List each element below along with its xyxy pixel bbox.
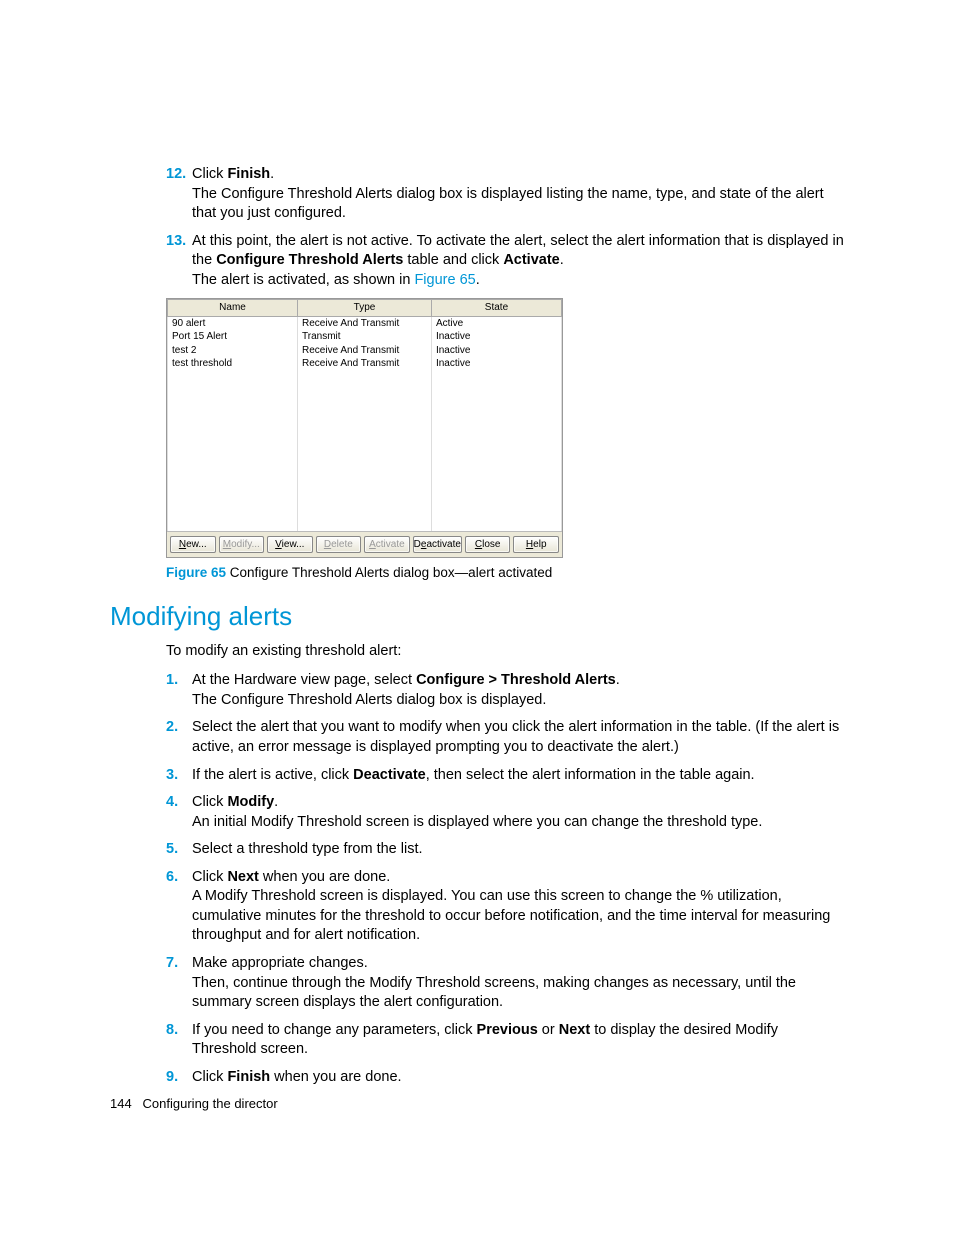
table-cell: Port 15 Alert	[168, 330, 298, 344]
table-cell: Inactive	[431, 344, 561, 358]
step-number: 13.	[166, 232, 186, 252]
steps-top-list: 12. Click Finish.The Configure Threshold …	[166, 165, 844, 290]
step-number: 2.	[166, 718, 178, 738]
step-item: 1. At the Hardware view page, select Conf…	[166, 671, 844, 710]
step-number: 9.	[166, 1068, 178, 1088]
figure-caption-text: Configure Threshold Alerts dialog box—al…	[230, 565, 552, 580]
new-button[interactable]: New...	[170, 536, 216, 554]
section-heading-modifying-alerts: Modifying alerts	[110, 599, 844, 634]
modify-button: Modify...	[219, 536, 265, 554]
step-number: 7.	[166, 954, 178, 974]
step-number: 8.	[166, 1021, 178, 1041]
step-item: 2. Select the alert that you want to modi…	[166, 718, 844, 757]
activatebutton: Activate	[364, 536, 410, 554]
page-number: 144	[110, 1096, 132, 1111]
step-text: Click Modify.An initial Modify Threshold…	[192, 793, 844, 832]
table-cell: Receive And Transmit	[298, 344, 432, 358]
deletebutton: Delete	[316, 536, 362, 554]
step-number: 1.	[166, 671, 178, 691]
table-header: Type	[298, 300, 432, 317]
intro-text: To modify an existing threshold alert:	[166, 642, 844, 662]
step-item: 5. Select a threshold type from the list.	[166, 840, 844, 860]
step-text: Click Finish.The Configure Threshold Ale…	[192, 165, 844, 224]
step-text: Select the alert that you want to modify…	[192, 718, 844, 757]
helpbutton[interactable]: Help	[513, 536, 559, 554]
view-button[interactable]: View...	[267, 536, 313, 554]
table-cell: Inactive	[431, 330, 561, 344]
chapter-name: Configuring the director	[143, 1096, 278, 1111]
page-footer: 144 Configuring the director	[110, 1095, 278, 1113]
table-header: State	[431, 300, 561, 317]
step-text: Make appropriate changes.Then, continue …	[192, 954, 844, 1013]
table-cell: Inactive	[431, 357, 561, 371]
table-cell: test threshold	[168, 357, 298, 371]
table-row[interactable]: Port 15 AlertTransmitInactive	[168, 330, 562, 344]
step-item: 9. Click Finish when you are done.	[166, 1068, 844, 1088]
step-number: 12.	[166, 165, 186, 185]
step-item: 7. Make appropriate changes.Then, continu…	[166, 954, 844, 1013]
step-text: Click Finish when you are done.	[192, 1068, 844, 1088]
figure-caption: Figure 65 Configure Threshold Alerts dia…	[166, 564, 844, 582]
step-number: 5.	[166, 840, 178, 860]
step-text: If you need to change any parameters, cl…	[192, 1021, 844, 1060]
step-text: Select a threshold type from the list.	[192, 840, 844, 860]
table-cell: Receive And Transmit	[298, 357, 432, 371]
step-item: 3. If the alert is active, click Deactiva…	[166, 766, 844, 786]
table-row[interactable]: 90 alertReceive And TransmitActive	[168, 316, 562, 330]
table-cell: Active	[431, 316, 561, 330]
dialog-button-bar: New...Modify...View...DeleteActivateDeac…	[167, 531, 562, 558]
deactivatebutton[interactable]: Deactivate	[413, 536, 462, 554]
table-cell: test 2	[168, 344, 298, 358]
alerts-table: NameTypeState 90 alertReceive And Transm…	[167, 299, 562, 531]
step-number: 6.	[166, 868, 178, 888]
step-text: If the alert is active, click Deactivate…	[192, 766, 844, 786]
table-header: Name	[168, 300, 298, 317]
closebutton[interactable]: Close	[465, 536, 511, 554]
step-number: 3.	[166, 766, 178, 786]
step-item: 12. Click Finish.The Configure Threshold …	[166, 165, 844, 224]
step-item: 8. If you need to change any parameters, …	[166, 1021, 844, 1060]
table-cell: Receive And Transmit	[298, 316, 432, 330]
table-cell: 90 alert	[168, 316, 298, 330]
table-row[interactable]: test thresholdReceive And TransmitInacti…	[168, 357, 562, 371]
threshold-alerts-dialog: NameTypeState 90 alertReceive And Transm…	[166, 298, 563, 558]
table-row[interactable]: test 2Receive And TransmitInactive	[168, 344, 562, 358]
step-item: 4. Click Modify.An initial Modify Thresho…	[166, 793, 844, 832]
step-text: Click Next when you are done.A Modify Th…	[192, 868, 844, 946]
step-item: 13. At this point, the alert is not activ…	[166, 232, 844, 291]
steps-bottom-list: 1. At the Hardware view page, select Conf…	[166, 671, 844, 1087]
figure-label: Figure 65	[166, 565, 226, 580]
step-text: At the Hardware view page, select Config…	[192, 671, 844, 710]
table-cell: Transmit	[298, 330, 432, 344]
step-item: 6. Click Next when you are done.A Modify …	[166, 868, 844, 946]
step-number: 4.	[166, 793, 178, 813]
step-text: At this point, the alert is not active. …	[192, 232, 844, 291]
